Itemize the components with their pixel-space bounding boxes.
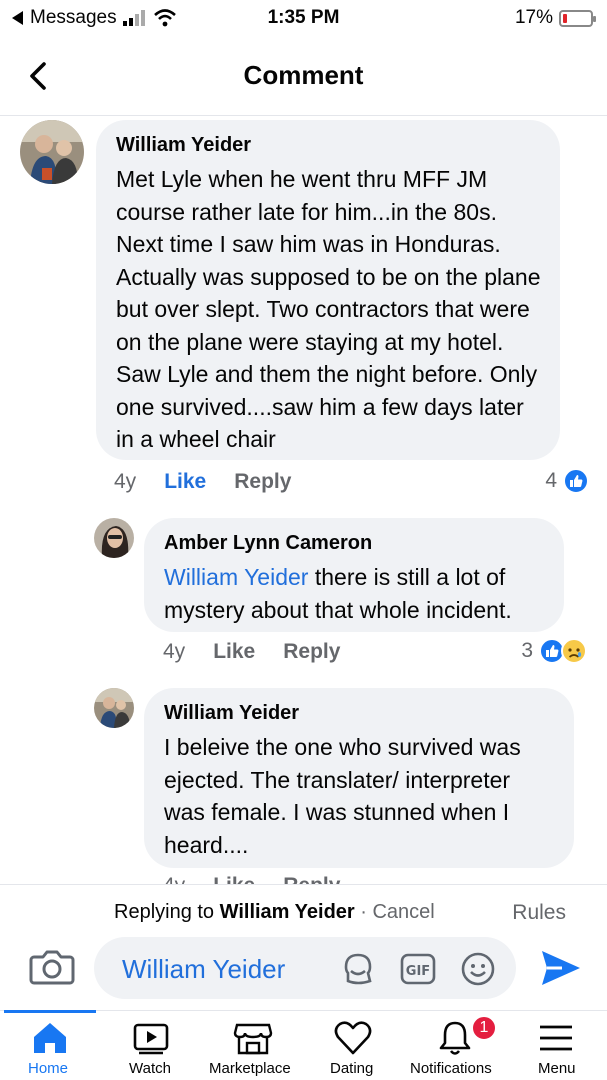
watch-icon [133,1023,169,1055]
send-button[interactable] [540,949,582,987]
cancel-reply-button[interactable]: · Cancel [355,901,434,923]
reply-button[interactable]: Reply [283,874,340,884]
comment-text: I beleive the one who survived was eject… [164,734,521,858]
comment-text: Met Lyle when he went thru MFF JM course… [116,166,541,452]
profile-photo [94,688,134,728]
comment-header: Comment [0,40,607,116]
reply-button[interactable]: Reply [234,470,291,494]
tab-label: Menu [538,1060,576,1077]
home-icon [34,1023,66,1053]
avatar[interactable] [20,120,84,184]
marketplace-icon [233,1023,273,1055]
avatar[interactable] [94,688,134,728]
reply-bubble[interactable]: William Yeider I beleive the one who sur… [144,688,574,868]
profile-photo [20,120,84,184]
tab-label: Watch [129,1060,171,1077]
gif-icon[interactable]: GIF [400,951,436,987]
tab-label: Dating [330,1060,374,1077]
tab-label: Marketplace [209,1060,291,1077]
notification-badge: 1 [471,1015,497,1041]
replying-to-name: William Yeider [219,901,355,923]
battery-status: 17% [514,7,596,29]
comment-bubble[interactable]: William Yeider Met Lyle when he went thr… [96,120,560,460]
reaction-count: 3 [521,639,533,662]
reply-bubble[interactable]: Amber Lynn Cameron William Yeider there … [144,518,564,632]
comment-thread[interactable]: William Yeider Met Lyle when he went thr… [0,116,607,884]
mention-link[interactable]: William Yeider [164,564,308,590]
input-mention: William Yeider [122,954,286,984]
page-title: Comment [243,60,364,90]
comment-input[interactable]: William Yeider GIF [94,937,516,999]
emoji-icon[interactable] [460,951,496,987]
bottom-tab-bar: Home Watch Marketplace Dating 1 Notifica… [0,1010,607,1080]
send-icon [542,951,580,985]
battery-fill [563,13,567,23]
comment-author[interactable]: Amber Lynn Cameron [164,532,546,555]
comment-text: William Yeider there is still a lot of m… [164,561,546,626]
avatar-sticker-icon[interactable] [340,951,376,987]
status-bar: Messages 1:35 PM 17% [0,0,607,36]
profile-photo [94,518,134,558]
comment-author[interactable]: William Yeider [164,702,556,725]
tab-label: Notifications [410,1060,492,1077]
comment-actions: 4y Like Reply [163,874,368,884]
svg-text:GIF: GIF [406,964,430,979]
menu-icon [540,1025,572,1051]
like-button[interactable]: Like [213,874,255,884]
comment-time: 4y [114,470,137,493]
reaction-summary[interactable]: 4 [545,468,589,494]
comment-actions: 4y Like Reply [163,640,368,664]
replying-to-label: Replying to William Yeider · Cancel [114,901,435,924]
reaction-count: 4 [545,469,557,492]
thumbs-up-icon [563,468,589,494]
comment-actions: 4y Like Reply [114,470,319,494]
avatar[interactable] [94,518,134,558]
sad-face-icon [561,638,587,664]
reply-composer: Replying to William Yeider · Cancel Rule… [0,884,607,1010]
battery-icon [559,9,596,27]
comment-time: 4y [163,640,186,663]
battery-percent: 17% [514,7,553,28]
tab-label: Home [28,1060,69,1077]
camera-icon[interactable] [28,947,76,987]
comment-author[interactable]: William Yeider [116,134,542,157]
like-button[interactable]: Like [164,470,206,494]
comment-time: 4y [163,874,185,884]
dating-icon [334,1021,372,1055]
like-button[interactable]: Like [213,640,255,664]
replying-prefix: Replying to [114,901,220,923]
reply-button[interactable]: Reply [283,640,340,664]
rules-link[interactable]: Rules [512,901,566,925]
bell-icon [439,1021,471,1055]
reaction-summary[interactable]: 3 [521,638,587,664]
